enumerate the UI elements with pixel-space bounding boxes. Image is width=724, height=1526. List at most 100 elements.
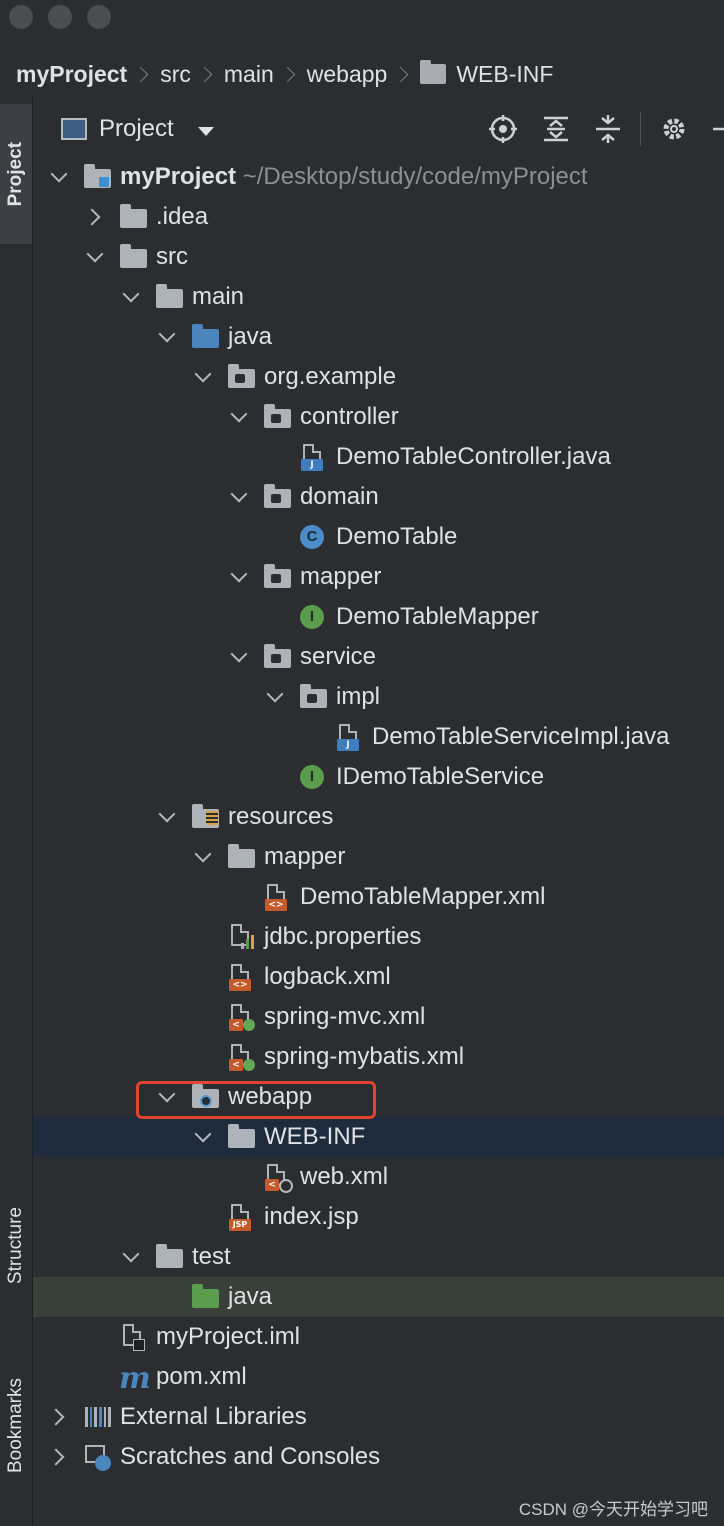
minimize-window-button[interactable] [48,5,72,29]
tree-row[interactable]: myProject.iml [33,1317,724,1357]
tree-row[interactable]: resources [33,797,724,837]
chevron-down-icon[interactable] [194,368,212,386]
xml-file-icon: <> [263,883,291,911]
tree-item-label: External Libraries [120,1403,307,1431]
tree-row[interactable]: java [33,317,724,357]
tree-item-label: Scratches and Consoles [120,1443,380,1471]
tree-item-name: src [156,243,188,270]
project-tab-label: Project [5,141,26,207]
project-panel-header: Project [33,104,724,154]
tree-row[interactable]: Scratches and Consoles [33,1437,724,1477]
tree-row[interactable]: impl [33,677,724,717]
chevron-right-icon [196,66,213,82]
tree-item-name: spring-mybatis.xml [264,1043,465,1070]
chevron-down-icon[interactable] [122,288,140,306]
tree-row[interactable]: <> logback.xml [33,957,724,997]
tree-item-path: ~/Desktop/study/code/myProject [236,163,588,190]
expand-all-icon[interactable] [541,114,571,144]
tree-item-label: spring-mvc.xml [264,1003,425,1031]
tree-item-name: pom.xml [156,1363,247,1390]
tree-item-name: java [228,323,273,350]
locate-icon[interactable] [488,114,518,144]
chevron-down-icon[interactable] [266,688,284,706]
tree-row[interactable]: <> DemoTableMapper.xml [33,877,724,917]
tree-row[interactable]: jdbc.properties [33,917,724,957]
breadcrumb-item-src[interactable]: src [160,61,191,88]
tree-item-label: DemoTable [336,523,457,551]
java-file-icon: J [299,443,327,471]
libraries-icon [83,1403,112,1431]
tree-row[interactable]: org.example [33,357,724,397]
chevron-down-icon[interactable] [197,126,214,136]
tree-row[interactable]: src [33,237,724,277]
chevron-down-icon[interactable] [230,408,248,426]
tree-row[interactable]: I IDemoTableService [33,757,724,797]
chevron-down-icon[interactable] [230,648,248,666]
class-icon: C [299,523,327,551]
chevron-down-icon[interactable] [194,848,212,866]
tree-item-name: service [300,643,377,670]
tree-row[interactable]: controller [33,397,724,437]
tree-row[interactable]: < spring-mybatis.xml [33,1037,724,1077]
tree-row[interactable]: main [33,277,724,317]
project-tool-tab[interactable]: Project [0,104,32,244]
chevron-down-icon[interactable] [230,568,248,586]
breadcrumb-item-webapp[interactable]: webapp [307,61,388,88]
chevron-down-icon[interactable] [50,168,68,186]
chevron-down-icon[interactable] [230,488,248,506]
panel-title[interactable]: Project [99,115,174,143]
collapse-all-icon[interactable] [593,114,623,144]
tree-item-label: mapper [264,843,345,871]
tree-item-label: main [192,283,244,311]
tree-row[interactable]: m pom.xml [33,1357,724,1397]
tree-item-label: controller [300,403,399,431]
tree-item-name: myProject [120,163,237,190]
chevron-down-icon[interactable] [158,808,176,826]
left-tool-strip: Project Structure Bookmarks [0,96,33,1526]
tree-item-label: org.example [264,363,396,391]
annotation-highlight-box [136,1081,376,1119]
tree-item-name: WEB-INF [264,1123,366,1150]
chevron-down-icon[interactable] [122,1248,140,1266]
tree-row[interactable]: < web.xml [33,1157,724,1197]
tree-row[interactable]: C DemoTable [33,517,724,557]
tree-item-name: External Libraries [120,1403,307,1430]
tree-item-label: jdbc.properties [264,923,421,951]
breadcrumb-item-web-inf[interactable]: WEB-INF [456,61,553,88]
tree-item-name: logback.xml [264,963,391,990]
chevron-down-icon[interactable] [86,248,104,266]
tree-row[interactable]: JSP index.jsp [33,1197,724,1237]
tree-row[interactable]: mapper [33,837,724,877]
chevron-down-icon[interactable] [158,328,176,346]
bookmarks-tool-tab[interactable]: Bookmarks [0,1346,32,1506]
folder-icon [227,1123,255,1151]
tree-row[interactable]: WEB-INF [33,1117,724,1157]
tree-row[interactable]: test [33,1237,724,1277]
tree-row[interactable]: myProject ~/Desktop/study/code/myProject [33,157,724,197]
tree-row[interactable]: service [33,637,724,677]
tree-row[interactable]: External Libraries [33,1397,724,1437]
tree-row[interactable]: < spring-mvc.xml [33,997,724,1037]
tree-item-name: org.example [264,363,397,390]
breadcrumb-item-project[interactable]: myProject [16,61,127,88]
chevron-right-icon[interactable] [50,1448,68,1466]
minimize-icon[interactable] [705,114,724,144]
tree-row[interactable]: J DemoTableServiceImpl.java [33,717,724,757]
chevron-right-icon[interactable] [86,208,104,226]
tree-row[interactable]: I DemoTableMapper [33,597,724,637]
tree-row[interactable]: .idea [33,197,724,237]
breadcrumb-item-main[interactable]: main [224,61,274,88]
tree-row[interactable]: domain [33,477,724,517]
tree-item-label: src [156,243,188,271]
structure-tool-tab[interactable]: Structure [0,1176,32,1316]
close-window-button[interactable] [9,5,33,29]
tree-row[interactable]: java [33,1277,724,1317]
chevron-right-icon[interactable] [50,1408,68,1426]
tree-row[interactable]: J DemoTableController.java [33,437,724,477]
gear-icon[interactable] [659,114,689,144]
java-file-icon: J [335,723,363,751]
project-view-icon [61,118,87,140]
zoom-window-button[interactable] [87,5,111,29]
tree-row[interactable]: mapper [33,557,724,597]
chevron-down-icon[interactable] [194,1128,212,1146]
